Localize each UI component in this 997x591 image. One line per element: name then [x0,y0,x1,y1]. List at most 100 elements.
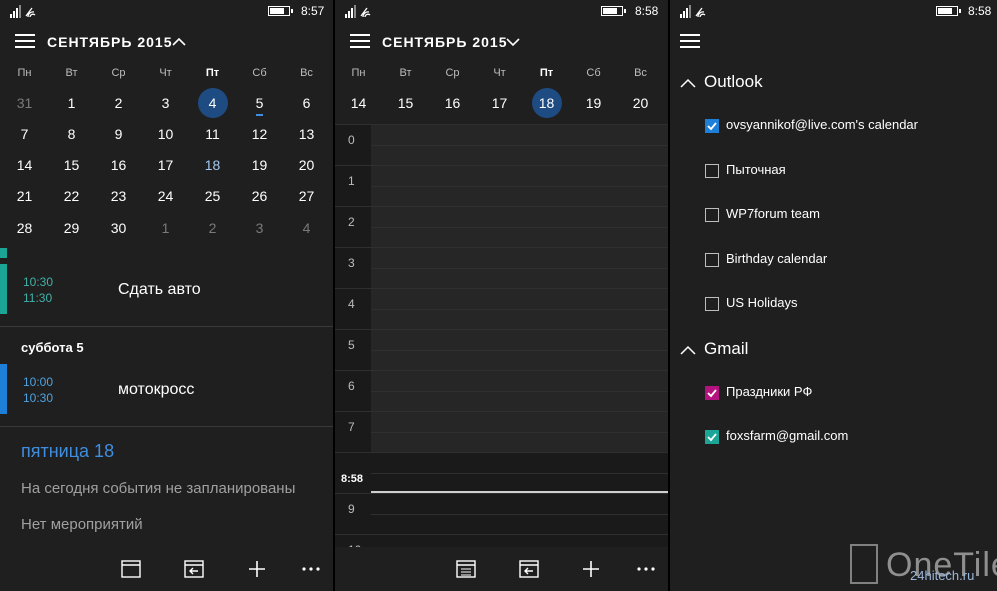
hour-slot[interactable]: 10 [335,534,668,548]
week-day[interactable]: 15 [382,88,429,118]
calendar-name: US Holidays [726,295,798,310]
week-day[interactable]: 19 [570,88,617,118]
calendar-day[interactable]: 6 [283,88,330,118]
add-icon[interactable] [579,557,603,581]
calendar-checkbox[interactable] [705,430,719,444]
calendar-day[interactable]: 20 [283,150,330,180]
hour-slot[interactable]: 3 [335,247,668,288]
calendar-day-with-event[interactable]: 5 [236,88,283,118]
calendar-row[interactable]: ovsyannikof@live.com's calendar [670,113,997,143]
status-time: 8:58 [968,4,992,18]
calendar-day[interactable]: 31 [1,88,48,118]
hamburger-menu-icon[interactable] [350,34,370,48]
calendar-day[interactable]: 15 [48,150,95,180]
calendar-checkbox[interactable] [705,386,719,400]
month-title[interactable]: СЕНТЯБРЬ 2015 [382,34,508,50]
calendar-day[interactable]: 1 [142,213,189,243]
calendar-day[interactable]: 3 [142,88,189,118]
calendar-day[interactable]: 21 [1,181,48,211]
chevron-up-icon[interactable] [680,76,696,90]
watermark-logo: OneTile 24hitech.ru [850,542,997,591]
calendar-day[interactable]: 24 [142,181,189,211]
weekday-row: Пн Вт Ср Чт Пт Сб Вс [335,67,668,83]
chevron-up-icon[interactable] [680,343,696,357]
status-bar: 8:57 [0,0,333,22]
calendar-row[interactable]: Пыточная [670,158,997,188]
hour-slot[interactable]: 9 [335,493,668,534]
calendar-day[interactable]: 30 [95,213,142,243]
month-title[interactable]: СЕНТЯБРЬ 2015 [47,34,173,50]
calendar-day[interactable]: 22 [48,181,95,211]
current-time-line [371,491,668,493]
calendar-day[interactable]: 12 [236,119,283,149]
hamburger-menu-icon[interactable] [680,34,700,48]
calendar-day[interactable]: 7 [1,119,48,149]
calendar-day[interactable]: 23 [95,181,142,211]
calendar-day[interactable]: 2 [189,213,236,243]
add-icon[interactable] [245,557,269,581]
calendar-day[interactable]: 3 [236,213,283,243]
calendar-day[interactable]: 19 [236,150,283,180]
calendar-day[interactable]: 17 [142,150,189,180]
calendar-day-today[interactable]: 18 [189,150,236,180]
hour-slot[interactable]: 0 [335,124,668,165]
calendar-day-selected[interactable]: 4 [189,88,236,118]
calendar-row[interactable]: WP7forum team [670,202,997,232]
week-day[interactable]: 14 [335,88,382,118]
calendar-checkbox[interactable] [705,297,719,311]
hour-slot[interactable]: 6 [335,370,668,411]
hour-slot[interactable]: 5 [335,329,668,370]
account-group-outlook[interactable]: Outlook [670,68,997,98]
day-timeline[interactable]: 0 1 2 3 4 5 6 7 9 10 8:58 [335,124,668,548]
week-day[interactable]: 20 [617,88,664,118]
week-day-today[interactable]: 18 [523,88,570,118]
calendar-checkbox[interactable] [705,164,719,178]
hour-slot[interactable] [335,452,668,493]
account-group-gmail[interactable]: Gmail [670,335,997,365]
calendar-day[interactable]: 16 [95,150,142,180]
calendar-row[interactable]: foxsfarm@gmail.com [670,424,997,454]
calendar-day[interactable]: 11 [189,119,236,149]
calendar-day[interactable]: 27 [283,181,330,211]
calendar-day-label: 4 [197,88,228,118]
hour-slot[interactable]: 7 [335,411,668,452]
hour-slot[interactable]: 1 [335,165,668,206]
month-view-icon[interactable] [119,557,143,581]
calendar-checkbox[interactable] [705,208,719,222]
week-day[interactable]: 17 [476,88,523,118]
calendar-checkbox[interactable] [705,253,719,267]
calendar-day[interactable]: 1 [48,88,95,118]
calendar-day[interactable]: 25 [189,181,236,211]
calendar-day[interactable]: 14 [1,150,48,180]
calendar-day[interactable]: 28 [1,213,48,243]
calendar-checkbox[interactable] [705,119,719,133]
today-icon[interactable] [517,557,541,581]
calendar-day[interactable]: 2 [95,88,142,118]
event-title[interactable]: Сдать авто [118,281,201,299]
calendars-header [670,28,997,58]
more-icon[interactable] [634,557,658,581]
calendar-row[interactable]: US Holidays [670,291,997,321]
more-icon[interactable] [299,557,323,581]
status-bar: 8:58 [670,0,997,22]
calendar-day[interactable]: 29 [48,213,95,243]
event-title[interactable]: мотокросс [118,381,194,399]
calendar-day[interactable]: 10 [142,119,189,149]
no-events-text: Нет мероприятий [21,516,143,533]
event-start-time: 10:30 [23,275,54,289]
calendar-row[interactable]: Праздники РФ [670,380,997,410]
calendar-day[interactable]: 26 [236,181,283,211]
calendar-row[interactable]: Birthday calendar [670,247,997,277]
hamburger-menu-icon[interactable] [15,34,35,48]
hour-slot[interactable]: 4 [335,288,668,329]
chevron-up-icon[interactable] [172,35,186,49]
today-icon[interactable] [182,557,206,581]
hour-slot[interactable]: 2 [335,206,668,247]
calendar-day[interactable]: 8 [48,119,95,149]
calendar-day[interactable]: 9 [95,119,142,149]
calendar-day[interactable]: 13 [283,119,330,149]
chevron-down-icon[interactable] [506,35,520,49]
calendar-day[interactable]: 4 [283,213,330,243]
week-day[interactable]: 16 [429,88,476,118]
agenda-view-icon[interactable] [454,557,478,581]
